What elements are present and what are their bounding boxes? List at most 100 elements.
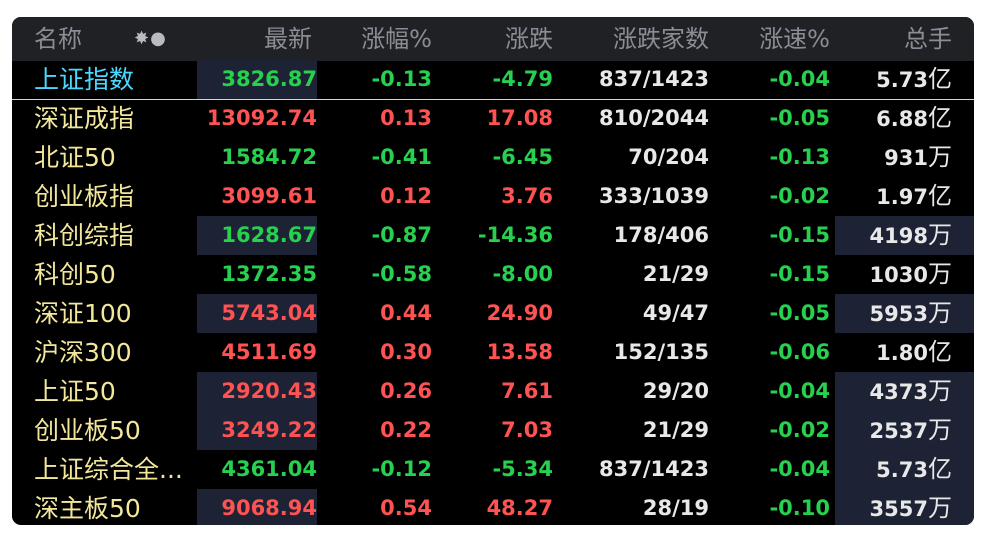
advance-decline-count: 70/204 — [628, 145, 709, 169]
total-volume: 3557万 — [837, 489, 952, 525]
column-header-last[interactable]: 最新 — [197, 17, 312, 61]
total-volume: 1.97亿 — [837, 177, 952, 216]
total-volume: 4373万 — [837, 372, 952, 411]
volume-unit: 万 — [928, 416, 952, 444]
table-row[interactable]: 上证综合全... 4361.04 -0.12 -5.34 837/1423 -0.04 5.… — [12, 450, 974, 489]
table-row[interactable]: 上证50 2920.43 0.26 7.61 29/20 -0.04 4373万 — [12, 372, 974, 411]
volume-number: 3557 — [869, 497, 928, 521]
change-speed: -0.05 — [769, 106, 830, 130]
change-percent: 0.30 — [380, 340, 432, 364]
last-price: 2920.43 — [221, 379, 317, 403]
volume-number: 931 — [884, 146, 928, 170]
table-row[interactable]: 科创综指 1628.67 -0.87 -14.36 178/406 -0.15 4198万 — [12, 216, 974, 255]
advance-decline-count: 21/29 — [642, 262, 709, 286]
index-name: 深证100 — [34, 299, 132, 328]
sort-settings-icon[interactable]: ✸● — [134, 17, 167, 61]
change-percent: -0.12 — [371, 457, 432, 481]
total-volume: 4198万 — [837, 216, 952, 255]
index-name: 上证指数 — [34, 65, 135, 94]
volume-number: 1.97 — [876, 185, 928, 209]
table-header: 名称 ✸● 最新 涨幅% 涨跌 涨跌家数 涨速% 总手 — [12, 17, 974, 61]
last-price: 4511.69 — [221, 340, 317, 364]
change-speed: -0.15 — [769, 262, 830, 286]
column-header-pct[interactable]: 涨幅% — [332, 17, 432, 61]
table-row[interactable]: 北证50 1584.72 -0.41 -6.45 70/204 -0.13 931万 — [12, 138, 974, 177]
table-row[interactable]: 深主板50 9068.94 0.54 48.27 28/19 -0.10 3557万 — [12, 489, 974, 525]
total-volume: 6.88亿 — [837, 99, 952, 138]
volume-unit: 亿 — [928, 455, 952, 483]
advance-decline-count: 810/2044 — [599, 106, 709, 130]
table-row[interactable]: 深证100 5743.04 0.44 24.90 49/47 -0.05 5953万 — [12, 294, 974, 333]
table-row[interactable]: 科创50 1372.35 -0.58 -8.00 21/29 -0.15 1030万 — [12, 255, 974, 294]
column-header-volume[interactable]: 总手 — [837, 17, 952, 61]
change-speed: -0.04 — [769, 457, 830, 481]
advance-decline-count: 49/47 — [642, 301, 709, 325]
volume-unit: 万 — [928, 377, 952, 405]
change-amount: 24.90 — [486, 301, 553, 325]
change-speed: -0.02 — [769, 418, 830, 442]
volume-number: 4373 — [869, 380, 928, 404]
table-row[interactable]: 上证指数 3826.87 -0.13 -4.79 837/1423 -0.04 5.73亿 — [12, 60, 974, 100]
table-row[interactable]: 创业板50 3249.22 0.22 7.03 21/29 -0.02 2537万 — [12, 411, 974, 450]
change-amount: -6.45 — [492, 145, 553, 169]
volume-unit: 亿 — [928, 65, 952, 93]
index-name: 上证50 — [34, 377, 116, 406]
column-header-name[interactable]: 名称 — [34, 17, 82, 61]
advance-decline-count: 152/135 — [613, 340, 709, 364]
index-name: 科创综指 — [34, 221, 135, 250]
total-volume: 5953万 — [837, 294, 952, 333]
change-percent: 0.44 — [380, 301, 432, 325]
last-price: 5743.04 — [221, 301, 317, 325]
change-amount: -5.34 — [492, 457, 553, 481]
volume-number: 1030 — [869, 263, 928, 287]
change-amount: 7.61 — [501, 379, 553, 403]
table-row[interactable]: 沪深300 4511.69 0.30 13.58 152/135 -0.06 1.80亿 — [12, 333, 974, 372]
volume-unit: 亿 — [928, 182, 952, 210]
change-percent: 0.26 — [380, 379, 432, 403]
last-price: 1628.67 — [221, 223, 317, 247]
change-speed: -0.06 — [769, 340, 830, 364]
advance-decline-count: 178/406 — [613, 223, 709, 247]
column-header-chg[interactable]: 涨跌 — [452, 17, 553, 61]
last-price: 4361.04 — [221, 457, 317, 481]
column-header-speed[interactable]: 涨速% — [742, 17, 830, 61]
volume-unit: 万 — [928, 143, 952, 171]
change-speed: -0.15 — [769, 223, 830, 247]
change-amount: -8.00 — [492, 262, 553, 286]
last-price: 3099.61 — [221, 184, 317, 208]
change-speed: -0.05 — [769, 301, 830, 325]
table-row[interactable]: 深证成指 13092.74 0.13 17.08 810/2044 -0.05 6.88亿 — [12, 99, 974, 138]
change-percent: -0.58 — [371, 262, 432, 286]
advance-decline-count: 21/29 — [642, 418, 709, 442]
index-name: 创业板指 — [34, 182, 135, 211]
change-percent: -0.13 — [371, 67, 432, 91]
volume-number: 1.80 — [876, 341, 928, 365]
volume-number: 4198 — [869, 224, 928, 248]
total-volume: 5.73亿 — [837, 60, 952, 99]
last-price: 13092.74 — [206, 106, 317, 130]
advance-decline-count: 28/19 — [642, 496, 709, 520]
change-amount: 3.76 — [501, 184, 553, 208]
index-name: 上证综合全... — [34, 455, 183, 484]
column-header-count[interactable]: 涨跌家数 — [572, 17, 709, 61]
advance-decline-count: 333/1039 — [599, 184, 709, 208]
change-amount: 7.03 — [501, 418, 553, 442]
volume-unit: 万 — [928, 494, 952, 522]
advance-decline-count: 29/20 — [642, 379, 709, 403]
advance-decline-count: 837/1423 — [599, 67, 709, 91]
index-name: 深主板50 — [34, 494, 141, 523]
change-percent: 0.13 — [380, 106, 432, 130]
total-volume: 1.80亿 — [837, 333, 952, 372]
index-name: 创业板50 — [34, 416, 141, 445]
volume-unit: 万 — [928, 221, 952, 249]
change-amount: 17.08 — [486, 106, 553, 130]
volume-unit: 万 — [928, 260, 952, 288]
last-price: 3249.22 — [221, 418, 317, 442]
change-speed: -0.10 — [769, 496, 830, 520]
change-amount: 13.58 — [486, 340, 553, 364]
change-amount: 48.27 — [486, 496, 553, 520]
index-name: 沪深300 — [34, 338, 132, 367]
last-price: 1372.35 — [221, 262, 317, 286]
advance-decline-count: 837/1423 — [599, 457, 709, 481]
table-row[interactable]: 创业板指 3099.61 0.12 3.76 333/1039 -0.02 1.97亿 — [12, 177, 974, 216]
